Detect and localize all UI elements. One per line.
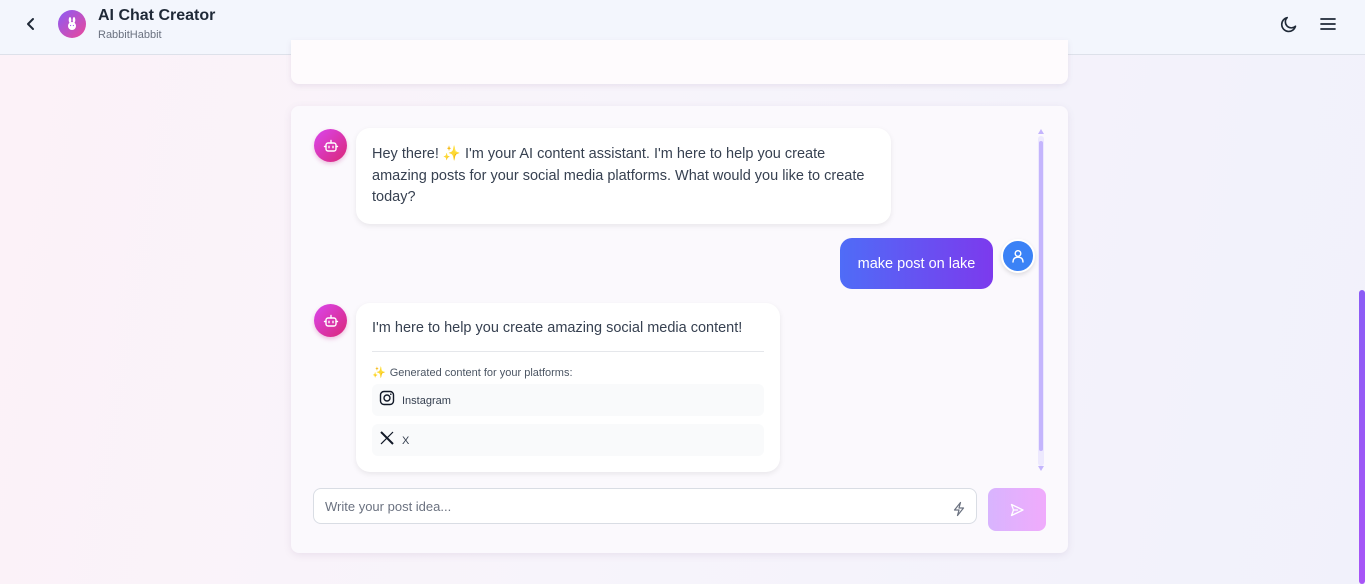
message-text: I'm here to help you create amazing soci… — [372, 320, 743, 336]
x-logo-icon — [380, 431, 394, 445]
bot-avatar — [314, 129, 347, 162]
generated-label-text: Generated content for your platforms: — [389, 367, 573, 379]
platform-item-instagram[interactable]: Instagram — [372, 384, 764, 416]
scroll-up-arrow-icon[interactable] — [1038, 129, 1044, 134]
hamburger-menu-icon — [1320, 18, 1336, 30]
message-text: Hey there! — [372, 146, 443, 162]
app-subtitle: RabbitHabbit — [98, 29, 162, 41]
user-avatar — [1001, 239, 1035, 273]
robot-icon — [323, 139, 338, 152]
sparkles-icon: ✨ — [372, 367, 386, 379]
chevron-left-icon — [27, 18, 34, 30]
assistant-message: Hey there! ✨ I'm your AI content assista… — [356, 128, 891, 224]
previous-card — [291, 40, 1068, 84]
send-button[interactable] — [988, 488, 1046, 531]
user-icon — [1012, 250, 1024, 263]
scroll-down-arrow-icon[interactable] — [1038, 466, 1044, 471]
platform-label: Instagram — [402, 395, 451, 407]
divider — [372, 351, 764, 352]
chat-scrollbar[interactable] — [1037, 128, 1045, 474]
moon-icon — [1280, 16, 1297, 33]
back-button[interactable] — [20, 13, 42, 35]
generated-content-label: ✨ Generated content for your platforms: — [372, 363, 573, 385]
app-title: AI Chat Creator — [98, 7, 216, 24]
send-icon — [1010, 503, 1024, 516]
sparkles-icon: ✨ — [442, 146, 461, 162]
post-idea-input-container — [313, 488, 977, 524]
assistant-message: I'm here to help you create amazing soci… — [356, 303, 780, 472]
message-text: make post on lake — [857, 255, 976, 272]
user-message: make post on lake — [840, 238, 993, 289]
theme-toggle-button[interactable] — [1279, 14, 1299, 34]
platform-item-x[interactable]: X — [372, 424, 764, 456]
robot-icon — [323, 314, 338, 327]
menu-button[interactable] — [1318, 14, 1338, 34]
lightning-bolt-icon[interactable] — [951, 501, 967, 517]
platform-label: X — [402, 435, 410, 447]
app-logo — [58, 10, 86, 38]
instagram-icon — [379, 390, 395, 406]
bot-avatar — [314, 304, 347, 337]
scrollbar-thumb[interactable] — [1039, 141, 1043, 451]
page-scrollbar-thumb[interactable] — [1359, 290, 1365, 584]
post-idea-input[interactable] — [314, 489, 944, 523]
rabbit-icon — [68, 17, 76, 30]
